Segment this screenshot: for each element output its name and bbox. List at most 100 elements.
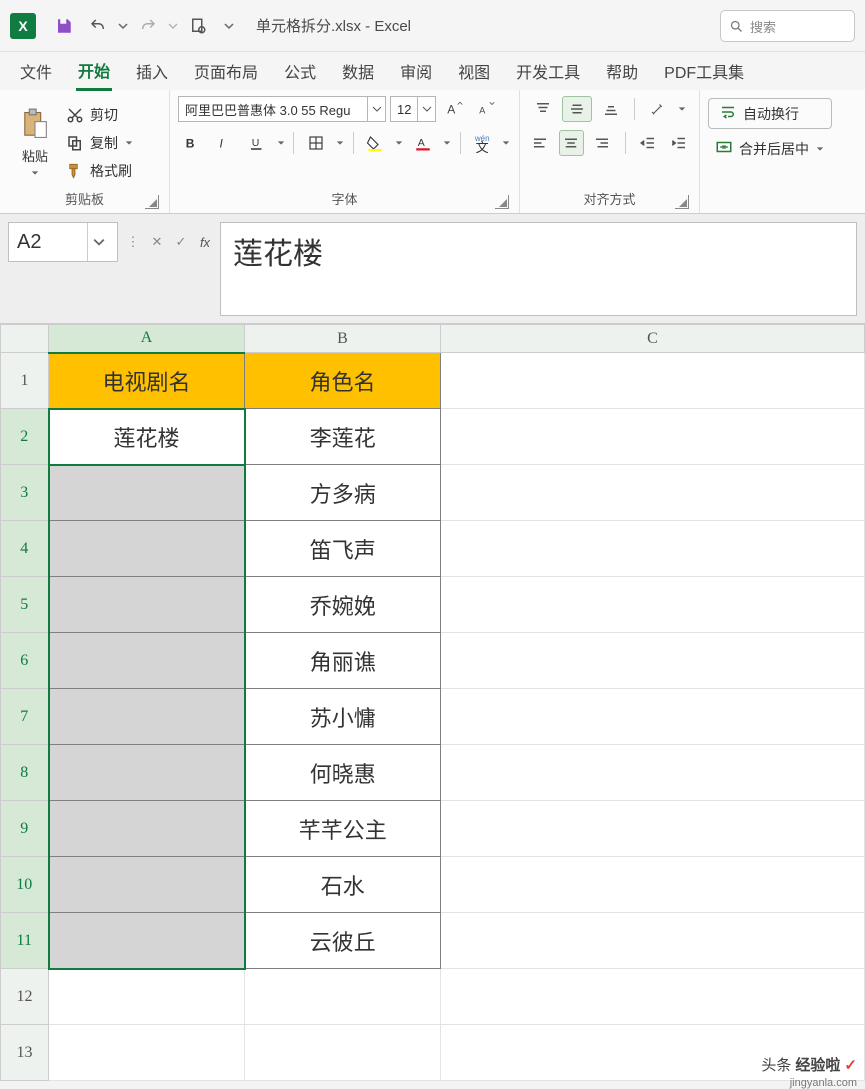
cell-C8[interactable] (441, 745, 865, 801)
cell-C10[interactable] (441, 857, 865, 913)
cell-A10[interactable] (49, 857, 245, 913)
cell-B10[interactable]: 石水 (245, 857, 441, 913)
redo-dropdown[interactable] (166, 21, 180, 31)
font-size-combo[interactable]: 12 (390, 96, 436, 122)
cancel-formula-button[interactable]: ✕ (146, 226, 168, 258)
tab-help[interactable]: 帮助 (604, 53, 640, 89)
cell-B7[interactable]: 苏小慵 (245, 689, 441, 745)
tab-data[interactable]: 数据 (340, 53, 376, 89)
row-header-5[interactable]: 5 (1, 577, 49, 633)
redo-button[interactable] (132, 10, 164, 42)
cell-A11[interactable] (49, 913, 245, 969)
select-all-corner[interactable] (1, 325, 49, 353)
row-header-13[interactable]: 13 (1, 1025, 49, 1081)
row-header-8[interactable]: 8 (1, 745, 49, 801)
cell-A2[interactable]: 莲花楼 (49, 409, 245, 465)
cell-B1[interactable]: 角色名 (245, 353, 441, 409)
col-header-C[interactable]: C (441, 325, 865, 353)
tab-view[interactable]: 视图 (456, 53, 492, 89)
cell-A6[interactable] (49, 633, 245, 689)
cell-A3[interactable] (49, 465, 245, 521)
save-button[interactable] (48, 10, 80, 42)
align-top-button[interactable] (528, 96, 558, 122)
col-header-B[interactable]: B (245, 325, 441, 353)
align-center-button[interactable] (559, 130, 584, 156)
cell-C5[interactable] (441, 577, 865, 633)
tab-home[interactable]: 开始 (76, 52, 112, 91)
cell-C1[interactable] (441, 353, 865, 409)
cell-A1[interactable]: 电视剧名 (49, 353, 245, 409)
underline-button[interactable]: U (243, 130, 270, 156)
name-box-dropdown[interactable] (87, 223, 109, 261)
fill-color-dropdown[interactable] (394, 139, 404, 147)
undo-button[interactable] (82, 10, 114, 42)
row-header-1[interactable]: 1 (1, 353, 49, 409)
bold-button[interactable]: B (178, 130, 205, 156)
cut-button[interactable]: 剪切 (62, 102, 138, 128)
row-header-12[interactable]: 12 (1, 969, 49, 1025)
fill-color-button[interactable] (362, 130, 389, 156)
cell-B4[interactable]: 笛飞声 (245, 521, 441, 577)
orientation-button[interactable] (643, 96, 673, 122)
cell-A7[interactable] (49, 689, 245, 745)
row-header-6[interactable]: 6 (1, 633, 49, 689)
accept-formula-button[interactable]: ✓ (170, 226, 192, 258)
row-header-2[interactable]: 2 (1, 409, 49, 465)
cell-A9[interactable] (49, 801, 245, 857)
cell-C3[interactable] (441, 465, 865, 521)
cell-B8[interactable]: 何晓惠 (245, 745, 441, 801)
cell-B2[interactable]: 李莲花 (245, 409, 441, 465)
cell-B12[interactable] (245, 969, 441, 1025)
cell-C7[interactable] (441, 689, 865, 745)
tab-developer[interactable]: 开发工具 (514, 53, 582, 89)
formula-input[interactable]: 莲花楼 (220, 222, 857, 316)
tab-formulas[interactable]: 公式 (282, 53, 318, 89)
cell-B11[interactable]: 云彼丘 (245, 913, 441, 969)
underline-dropdown[interactable] (276, 139, 286, 147)
font-color-button[interactable]: A (410, 130, 437, 156)
cell-B6[interactable]: 角丽谯 (245, 633, 441, 689)
cell-C11[interactable] (441, 913, 865, 969)
cell-A4[interactable] (49, 521, 245, 577)
cell-C9[interactable] (441, 801, 865, 857)
cell-B13[interactable] (245, 1025, 441, 1081)
font-launcher[interactable] (495, 195, 509, 209)
undo-dropdown[interactable] (116, 21, 130, 31)
orientation-dropdown[interactable] (677, 105, 687, 113)
name-box[interactable]: A2 (8, 222, 118, 262)
cell-A13[interactable] (49, 1025, 245, 1081)
row-header-4[interactable]: 4 (1, 521, 49, 577)
tab-pdf[interactable]: PDF工具集 (662, 53, 746, 89)
paste-button[interactable]: 粘贴 (8, 96, 62, 189)
tab-file[interactable]: 文件 (18, 53, 54, 89)
row-header-11[interactable]: 11 (1, 913, 49, 969)
cell-C12[interactable] (441, 969, 865, 1025)
merge-center-button[interactable]: 合并后居中 (708, 135, 832, 162)
tab-review[interactable]: 审阅 (398, 53, 434, 89)
col-header-A[interactable]: A (49, 325, 245, 353)
align-bottom-button[interactable] (596, 96, 626, 122)
decrease-font-button[interactable]: A (472, 96, 500, 122)
borders-button[interactable] (302, 130, 329, 156)
align-middle-button[interactable] (562, 96, 592, 122)
qat-customize-dropdown[interactable] (222, 21, 236, 31)
merge-dropdown[interactable] (815, 145, 825, 153)
search-input[interactable]: 搜索 (720, 10, 855, 42)
row-header-10[interactable]: 10 (1, 857, 49, 913)
format-painter-button[interactable]: 格式刷 (62, 158, 138, 184)
decrease-indent-button[interactable] (635, 130, 660, 156)
row-header-9[interactable]: 9 (1, 801, 49, 857)
cell-B9[interactable]: 芊芊公主 (245, 801, 441, 857)
row-header-3[interactable]: 3 (1, 465, 49, 521)
clipboard-launcher[interactable] (145, 195, 159, 209)
increase-indent-button[interactable] (666, 130, 691, 156)
wrap-text-button[interactable]: 自动换行 (708, 98, 832, 129)
borders-dropdown[interactable] (335, 139, 345, 147)
italic-button[interactable]: I (211, 130, 238, 156)
align-left-button[interactable] (528, 130, 553, 156)
increase-font-button[interactable]: A (440, 96, 468, 122)
cell-C4[interactable] (441, 521, 865, 577)
font-color-dropdown[interactable] (442, 139, 452, 147)
cell-A5[interactable] (49, 577, 245, 633)
cell-C6[interactable] (441, 633, 865, 689)
